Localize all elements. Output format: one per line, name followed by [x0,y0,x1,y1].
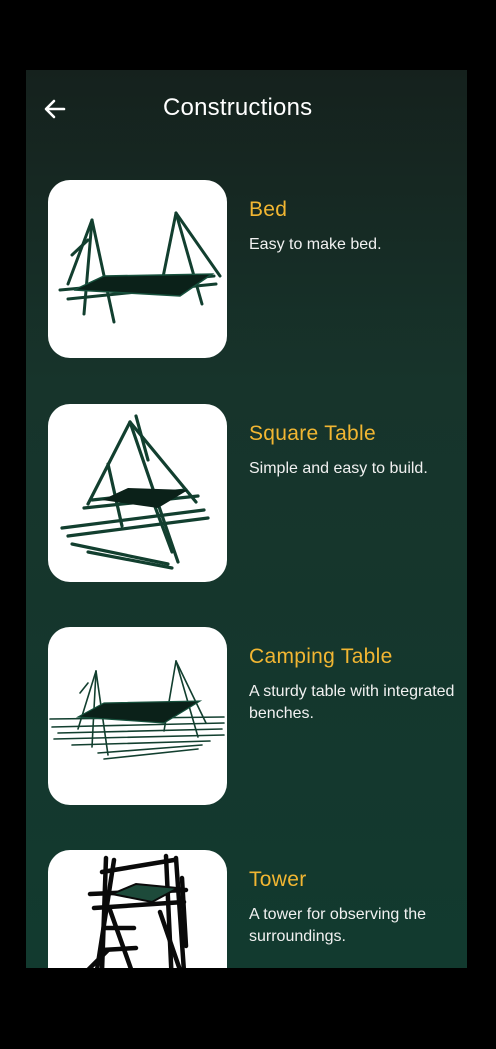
arrow-left-icon [44,99,66,119]
back-button[interactable] [38,92,72,126]
construction-title: Bed [249,198,288,221]
construction-thumbnail [48,180,227,358]
construction-card-camping-table[interactable]: Camping Table A sturdy table with integr… [26,627,467,805]
tower-construction-icon [86,853,189,968]
construction-title: Tower [249,868,307,891]
bed-construction-icon [58,211,222,324]
construction-description: A tower for observing the surroundings. [249,906,426,945]
construction-description: Simple and easy to build. [249,460,428,477]
camping-table-construction-icon [49,660,225,760]
construction-thumbnail [48,850,227,968]
construction-card-bed[interactable]: Bed Easy to make bed. [26,180,467,358]
construction-description: Easy to make bed. [249,236,382,253]
construction-title: Square Table [249,422,376,445]
app-bar: Constructions [26,78,467,142]
construction-description: A sturdy table with integrated benches. [249,683,455,722]
square-table-construction-icon [60,414,210,570]
construction-thumbnail [48,627,227,805]
status-bar [26,70,467,74]
phone-screen: Constructions Bed Easy to make bed. Squa… [26,70,467,968]
construction-thumbnail [48,404,227,582]
construction-card-tower[interactable]: Tower A tower for observing the surround… [26,850,467,968]
page-title: Constructions [163,94,313,121]
construction-title: Camping Table [249,645,393,668]
construction-card-square-table[interactable]: Square Table Simple and easy to build. [26,404,467,582]
